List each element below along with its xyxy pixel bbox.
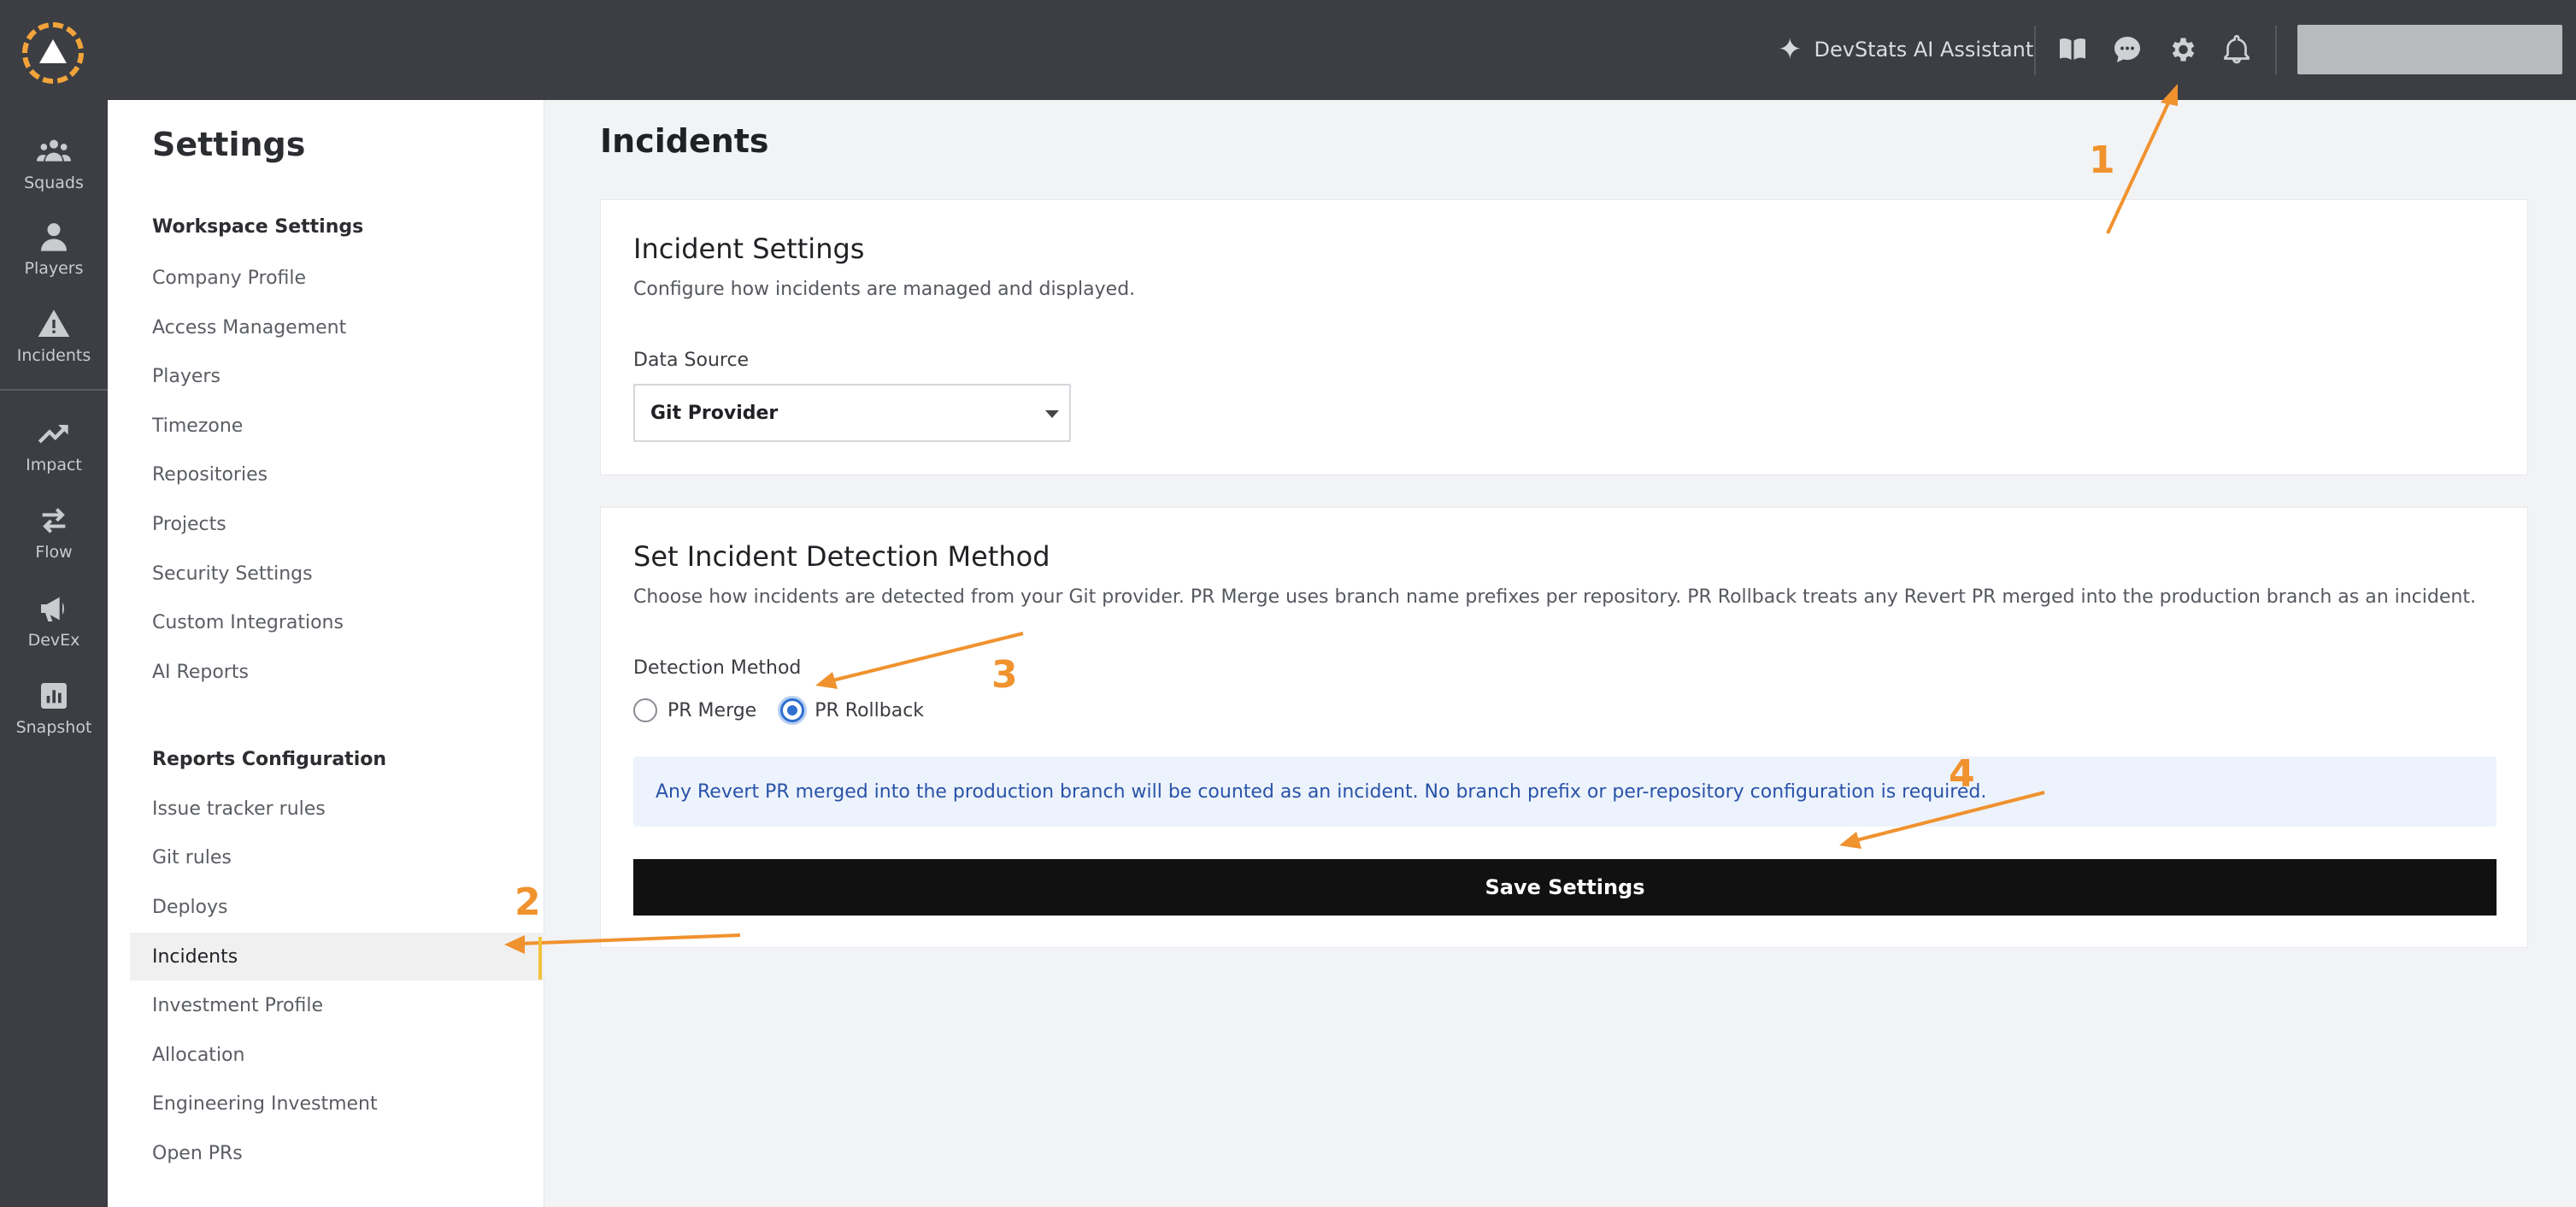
nav-item-players[interactable]: Players [130, 352, 544, 400]
incident-settings-description: Configure how incidents are managed and … [633, 279, 1136, 300]
annotation-number-4: 4 [1949, 752, 1975, 796]
player-icon [41, 223, 67, 251]
left-rail: Squads Players Incidents Impact Flow Dev… [0, 100, 108, 1207]
rail-label: Snapshot [15, 718, 92, 737]
incident-settings-card: Incident Settings Configure how incident… [600, 199, 2528, 475]
nav-item-repositories[interactable]: Repositories [130, 450, 544, 498]
detection-method-card: Set Incident Detection Method Choose how… [600, 507, 2528, 948]
detection-method-label: Detection Method [633, 657, 802, 679]
rail-item-squads[interactable]: Squads [0, 134, 108, 192]
rail-item-snapshot[interactable]: Snapshot [0, 679, 108, 737]
chart-icon [41, 683, 67, 709]
nav-item-custom-integrations[interactable]: Custom Integrations [130, 598, 544, 646]
nav-item-investment-profile[interactable]: Investment Profile [130, 981, 544, 1029]
annotation-number-2: 2 [515, 880, 541, 924]
detection-method-radio-group: PR Merge PR Rollback [633, 695, 948, 726]
nav-item-deploys[interactable]: Deploys [130, 883, 544, 931]
arrows-icon [42, 508, 66, 533]
rail-item-impact[interactable]: Impact [0, 416, 108, 474]
rail-label: DevEx [27, 631, 80, 650]
nav-item-security-settings[interactable]: Security Settings [130, 550, 544, 598]
detection-info-box: Any Revert PR merged into the production… [633, 757, 2497, 827]
data-source-value: Git Provider [650, 402, 779, 424]
bell-icon[interactable] [2218, 31, 2255, 68]
detection-method-description: Choose how incidents are detected from y… [633, 586, 2476, 608]
nav-item-open-prs[interactable]: Open PRs [130, 1129, 544, 1177]
data-source-select[interactable]: Git Provider [633, 384, 1071, 442]
data-source-label: Data Source [633, 350, 750, 371]
chat-icon[interactable] [2108, 31, 2146, 68]
nav-item-git-rules[interactable]: Git rules [130, 833, 544, 881]
radio-pr-rollback[interactable]: PR Rollback [780, 698, 924, 722]
nav-item-ai-reports[interactable]: AI Reports [130, 648, 544, 696]
devstats-logo[interactable] [22, 22, 84, 84]
nav-item-engineering-investment[interactable]: Engineering Investment [130, 1080, 544, 1128]
radio-circle [633, 698, 657, 722]
nav-item-company-profile[interactable]: Company Profile [130, 254, 544, 302]
detection-info-text: Any Revert PR merged into the production… [656, 780, 1987, 803]
settings-sidebar: Settings Workspace Settings Company Prof… [108, 100, 544, 1207]
nav-item-allocation[interactable]: Allocation [130, 1031, 544, 1079]
ai-assistant-label: DevStats AI Assistant [1814, 38, 2034, 62]
warning-icon [38, 309, 70, 337]
gear-icon[interactable] [2163, 31, 2201, 68]
sparkle-icon: ✦ [1778, 32, 1803, 67]
save-settings-button[interactable]: Save Settings [633, 859, 2497, 916]
nav-item-issue-tracker-rules[interactable]: Issue tracker rules [130, 785, 544, 833]
rail-item-devex[interactable]: DevEx [0, 592, 108, 650]
rail-item-players[interactable]: Players [0, 220, 108, 278]
radio-pr-merge[interactable]: PR Merge [633, 698, 756, 722]
incident-settings-title: Incident Settings [633, 233, 865, 265]
workspace-settings-heading: Workspace Settings [152, 216, 364, 238]
rail-label: Impact [26, 456, 82, 474]
rail-item-incidents[interactable]: Incidents [0, 307, 108, 365]
rail-label: Players [24, 259, 84, 278]
radio-label: PR Merge [668, 699, 757, 721]
radio-circle [780, 698, 805, 722]
radio-label: PR Rollback [815, 699, 925, 721]
nav-item-incidents[interactable]: Incidents [130, 933, 544, 980]
book-icon[interactable] [2054, 31, 2091, 68]
rail-divider [0, 389, 108, 391]
rail-item-flow[interactable]: Flow [0, 503, 108, 562]
trend-up-icon [38, 425, 68, 444]
topbar-divider [2275, 26, 2277, 75]
rail-label: Flow [35, 543, 73, 562]
caret-down-icon [1045, 410, 1059, 418]
settings-title: Settings [152, 126, 306, 163]
rail-label: Incidents [16, 346, 91, 365]
nav-item-access-management[interactable]: Access Management [130, 303, 544, 351]
nav-item-timezone[interactable]: Timezone [130, 402, 544, 450]
ai-assistant-button[interactable]: ✦ DevStats AI Assistant [1778, 31, 2033, 68]
detection-method-title: Set Incident Detection Method [633, 540, 1050, 573]
page-title: Incidents [600, 122, 769, 160]
megaphone-icon [41, 597, 64, 621]
annotation-number-3: 3 [991, 653, 1018, 697]
reports-configuration-heading: Reports Configuration [152, 749, 387, 770]
annotation-number-1: 1 [2089, 138, 2115, 182]
top-bar: ✦ DevStats AI Assistant [0, 0, 2576, 100]
rail-label: Squads [24, 174, 84, 192]
nav-item-projects[interactable]: Projects [130, 500, 544, 548]
user-menu[interactable] [2297, 25, 2562, 74]
topbar-divider [2034, 26, 2036, 75]
squads-icon [37, 139, 71, 162]
